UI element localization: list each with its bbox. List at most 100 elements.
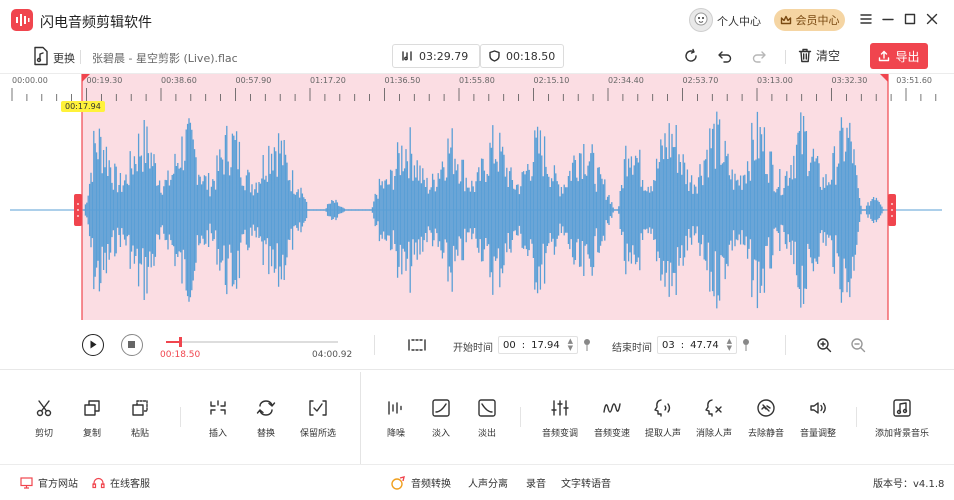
vip-center-label: 会员中心	[795, 14, 840, 27]
selection-range-icon[interactable]	[407, 337, 427, 353]
convert-icon	[390, 475, 406, 490]
pitch-change-label: 音频变调	[541, 429, 578, 439]
start-time-stepper[interactable]: ▲ ▼	[568, 338, 573, 352]
waveform-panel[interactable]: 00:00.00 00:19.30 00:38.60 00:57.90 01:17.20…	[0, 74, 954, 320]
minimize-icon[interactable]	[880, 11, 896, 27]
redo-icon[interactable]	[751, 48, 767, 64]
toolbar: 更换 张碧晨 - 星空剪影 (Live).flac 03:29.79 00:18…	[0, 40, 954, 74]
wave-icon	[602, 398, 622, 418]
replace-tool-button[interactable]: 替换	[238, 398, 294, 439]
add-bgm-tool-button[interactable]: 添加背景音乐	[874, 398, 930, 439]
end-time-stepper[interactable]: ▲ ▼	[727, 338, 732, 352]
tool-group-divider	[360, 372, 361, 464]
zoom-out-icon[interactable]	[850, 337, 866, 353]
export-button[interactable]: 导出	[870, 43, 928, 69]
export-icon	[878, 50, 890, 62]
total-duration: 03:29.79	[419, 49, 469, 63]
start-time-input[interactable]: 00 : 17.94 ▲ ▼	[498, 336, 578, 354]
tick-label: 00:38.60	[161, 76, 197, 85]
remove-silence-tool-button[interactable]: 去除静音	[738, 398, 794, 439]
personal-center-link[interactable]: 个人中心	[717, 13, 761, 29]
online-support-label: 在线客服	[110, 479, 150, 490]
audio-convert-link[interactable]: 音频转换	[390, 475, 451, 490]
clear-button[interactable]: 清空	[798, 47, 840, 64]
insert-label: 插入	[208, 429, 227, 439]
selection-length: 00:18.50	[506, 49, 556, 63]
playback-progress-track[interactable]	[166, 337, 338, 347]
start-time-seconds[interactable]: 17.94	[531, 340, 560, 351]
end-time-minutes[interactable]: 03	[662, 340, 675, 351]
keep-selection-icon	[308, 398, 328, 418]
crown-icon	[780, 14, 792, 26]
end-time-input[interactable]: 03 : 47.74 ▲ ▼	[657, 336, 737, 354]
fade-in-icon	[431, 398, 451, 418]
undo-icon[interactable]	[717, 48, 733, 64]
music-note-icon	[892, 398, 912, 418]
swap-icon	[256, 398, 276, 418]
waveform-svg[interactable]: 00:00.00 00:19.30 00:38.60 00:57.90 01:17.20…	[0, 74, 954, 320]
tick-label: 03:51.60	[896, 76, 932, 85]
play-button[interactable]	[82, 334, 104, 356]
cut-label: 剪切	[34, 429, 53, 439]
selection-length-display: 00:18.50	[480, 44, 564, 68]
tick-label: 03:32.30	[832, 76, 868, 85]
vip-center-button[interactable]: 会员中心	[774, 9, 845, 31]
menu-icon[interactable]	[858, 11, 874, 27]
extract-vocal-label: 提取人声	[644, 429, 681, 439]
tick-label: 02:34.40	[608, 76, 644, 85]
start-time-label: 开始时间	[453, 343, 493, 354]
volume-adjust-tool-button[interactable]: 音量调整	[790, 398, 846, 439]
remove-silence-label: 去除静音	[747, 429, 784, 439]
speed-change-label: 音频变速	[593, 429, 630, 439]
close-icon[interactable]	[924, 11, 940, 27]
avatar[interactable]	[689, 8, 713, 32]
official-website-link[interactable]: 官方网站	[20, 475, 78, 490]
pitch-change-tool-button[interactable]: 音频变调	[532, 398, 588, 439]
playback-progress-knob[interactable]	[178, 337, 182, 347]
replace-file-button[interactable]: 更换	[53, 50, 75, 66]
file-name: 张碧晨 - 星空剪影 (Live).flac	[92, 52, 238, 65]
maximize-icon[interactable]	[902, 11, 918, 27]
end-time-seconds[interactable]: 47.74	[690, 340, 719, 351]
zoom-in-icon[interactable]	[816, 337, 832, 353]
tick-label: 00:00.00	[12, 76, 48, 85]
speed-change-tool-button[interactable]: 音频变速	[584, 398, 640, 439]
tick-label: 03:13.00	[757, 76, 793, 85]
divider	[785, 335, 786, 355]
divider	[520, 407, 521, 427]
fade-out-icon	[477, 398, 497, 418]
start-time-minutes[interactable]: 00	[503, 340, 516, 351]
stop-icon	[128, 341, 135, 348]
refresh-icon[interactable]	[683, 48, 699, 64]
vocal-separation-link[interactable]: 人声分离	[468, 475, 508, 490]
end-time-locate-icon[interactable]	[742, 338, 750, 352]
remove-vocal-tool-button[interactable]: 消除人声	[686, 398, 742, 439]
copy-icon	[82, 398, 102, 418]
remove-vocal-label: 消除人声	[695, 429, 732, 439]
divider	[180, 407, 181, 427]
start-time-locate-icon[interactable]	[583, 338, 591, 352]
extract-vocal-tool-button[interactable]: 提取人声	[635, 398, 691, 439]
current-time: 00:18.50	[160, 350, 201, 360]
mute-voice-icon	[704, 398, 724, 418]
music-file-icon[interactable]	[33, 46, 49, 66]
text-to-speech-link[interactable]: 文字转语音	[561, 475, 611, 490]
fade-out-tool-button[interactable]: 淡出	[459, 398, 515, 439]
scissors-icon	[34, 398, 54, 418]
headset-icon	[92, 477, 105, 489]
play-icon	[90, 340, 97, 349]
paste-tool-button[interactable]: 粘贴	[112, 398, 168, 439]
divider	[856, 407, 857, 427]
total-duration-display: 03:29.79	[392, 44, 480, 68]
record-link[interactable]: 录音	[526, 475, 546, 490]
fade-in-label: 淡入	[431, 429, 450, 439]
clear-label: 清空	[816, 49, 841, 63]
keep-selected-tool-button[interactable]: 保留所选	[290, 398, 346, 439]
copy-label: 复制	[82, 429, 101, 439]
stop-button[interactable]	[121, 334, 143, 356]
duration-icon	[401, 50, 413, 62]
equalizer-icon	[550, 398, 570, 418]
tick-label: 00:19.30	[87, 76, 123, 85]
playhead-time-tag: 00:17.94	[61, 101, 105, 112]
online-support-link[interactable]: 在线客服	[92, 475, 150, 490]
